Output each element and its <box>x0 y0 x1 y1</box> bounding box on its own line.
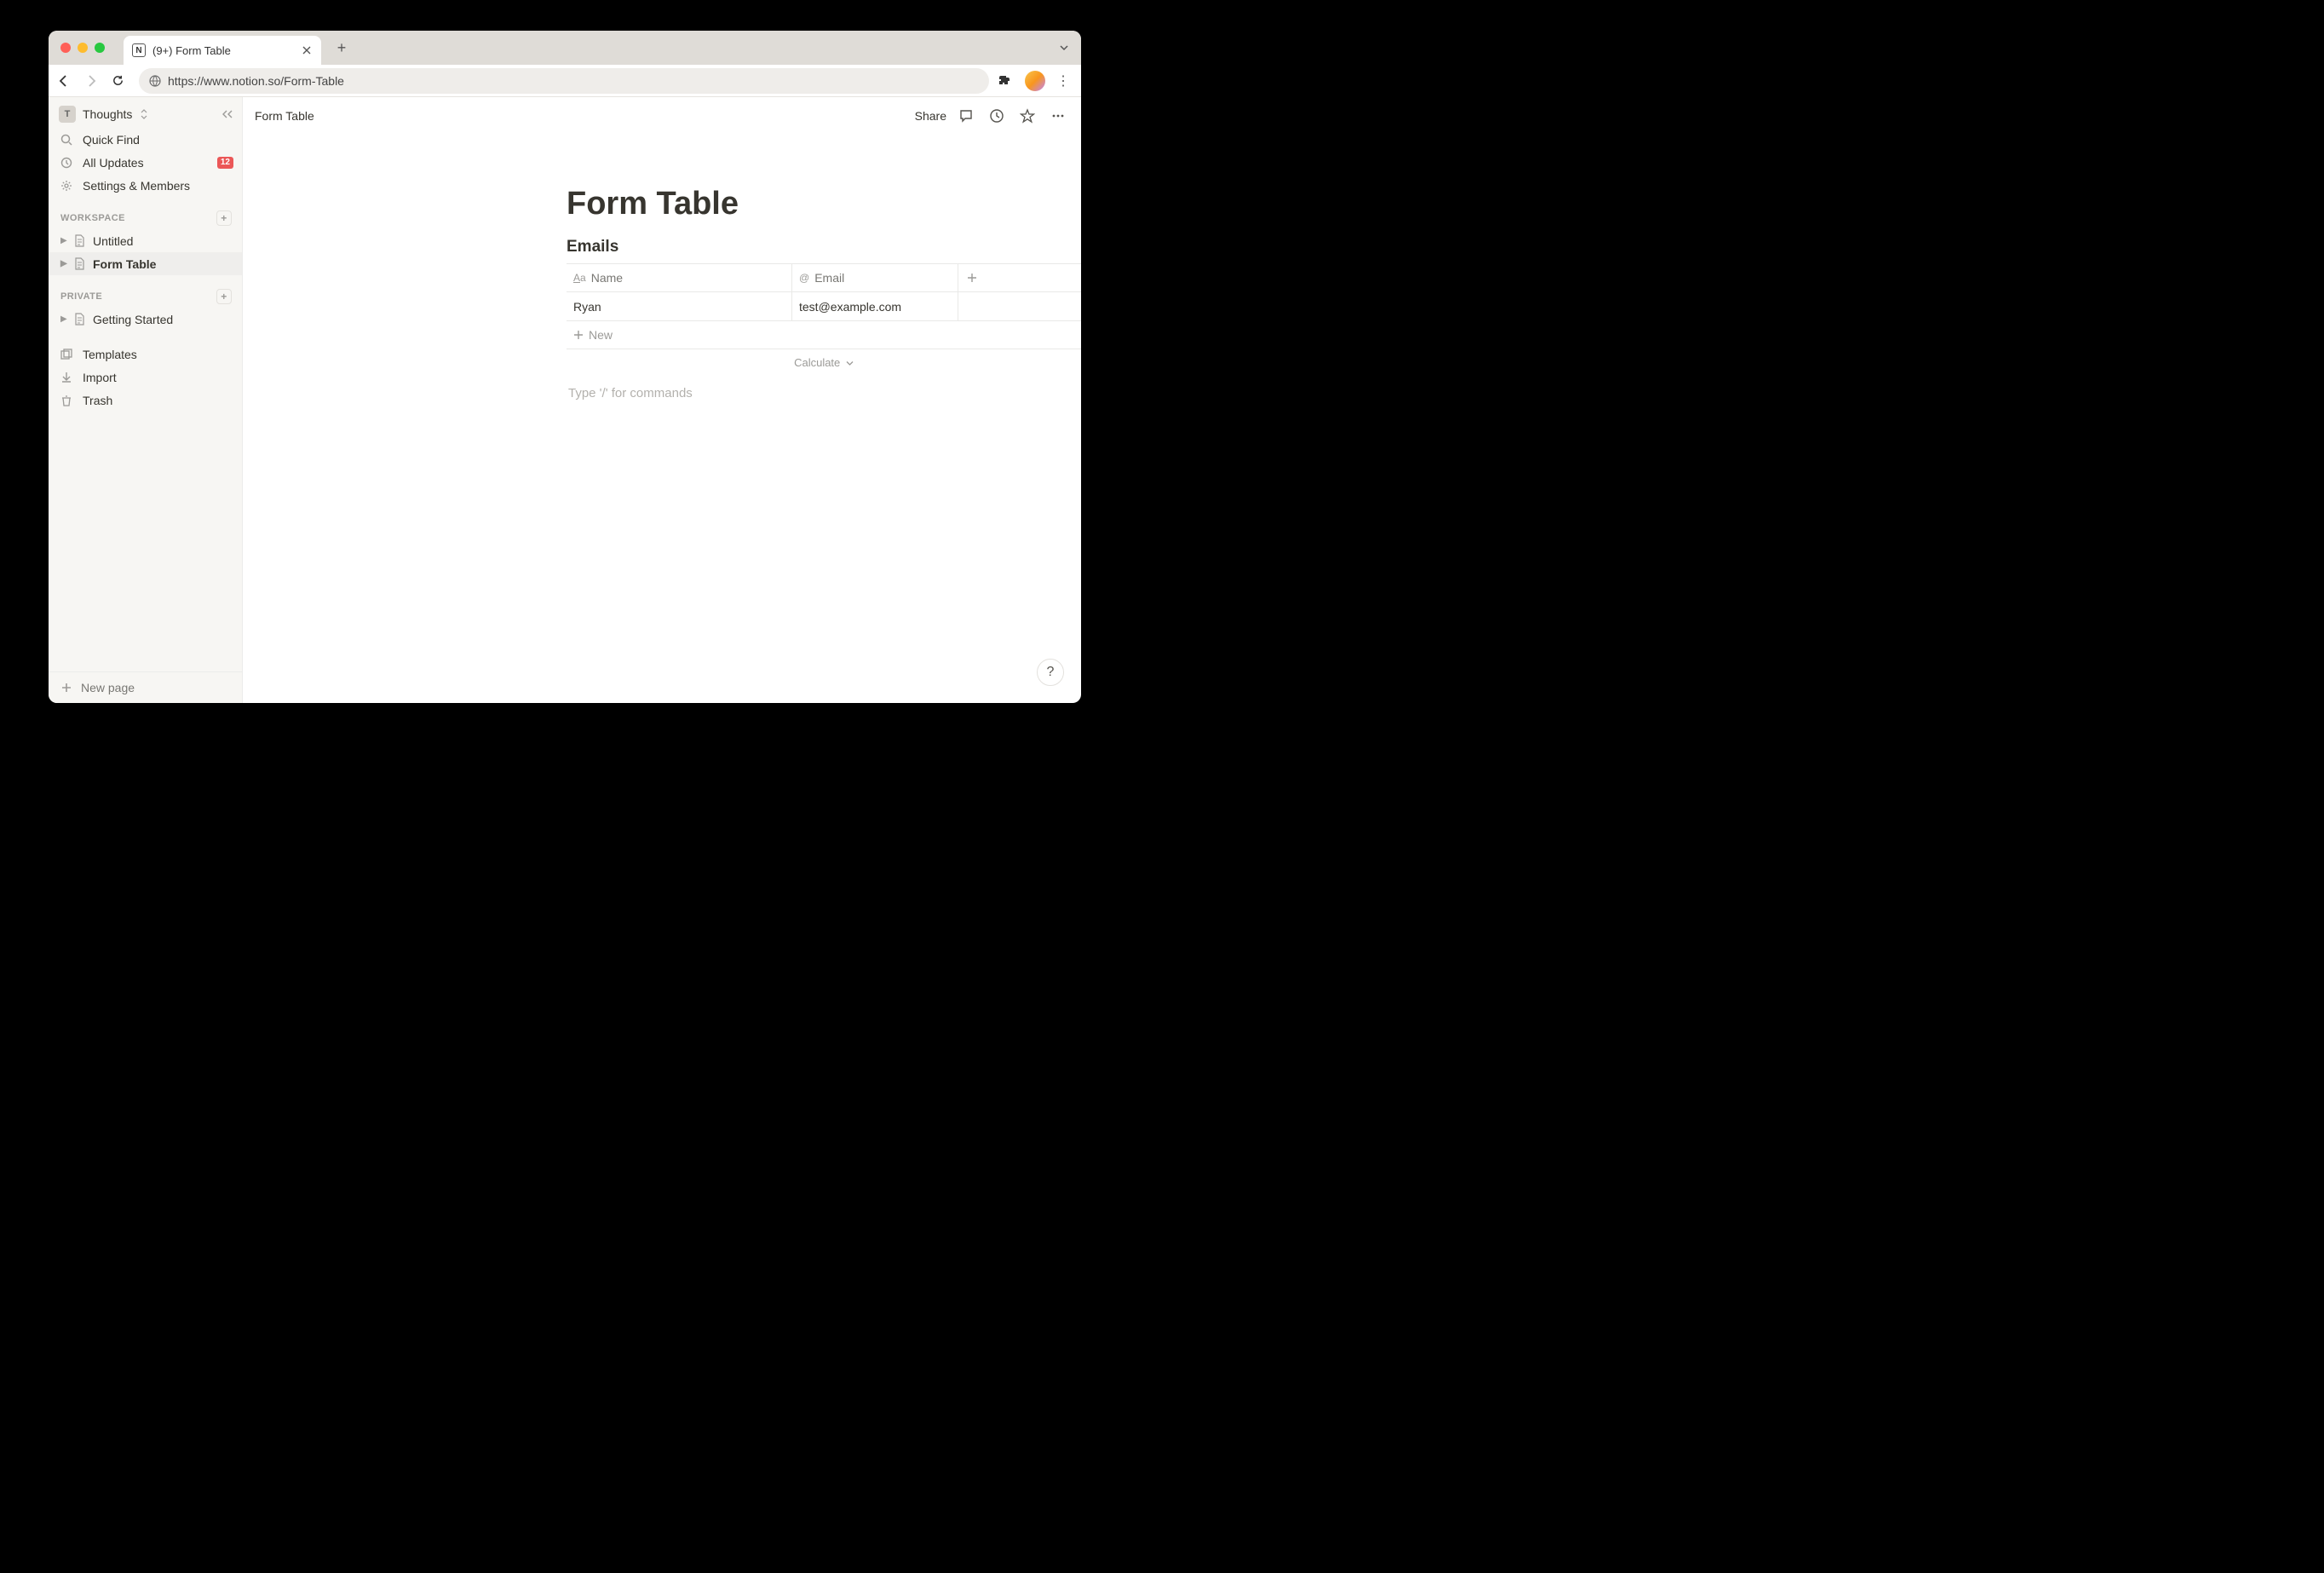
settings-members[interactable]: Settings & Members <box>49 174 242 197</box>
quick-find-label: Quick Find <box>83 133 140 147</box>
maximize-window-button[interactable] <box>95 43 105 53</box>
all-updates-label: All Updates <box>83 156 144 170</box>
new-tab-button[interactable]: + <box>330 39 354 57</box>
profile-avatar[interactable] <box>1025 71 1045 91</box>
add-column-button[interactable] <box>958 264 1081 292</box>
unfold-icon <box>141 109 147 119</box>
notion-favicon-icon: N <box>132 43 146 57</box>
calculate-button[interactable]: Calculate <box>567 349 1081 376</box>
page-content: Form Table Emails Aa Name @ Email <box>243 135 1081 703</box>
browser-menu-button[interactable]: ⋮ <box>1054 72 1073 89</box>
database-table: Aa Name @ Email Ryan <box>567 263 1081 376</box>
globe-icon <box>149 75 161 87</box>
close-window-button[interactable] <box>60 43 71 53</box>
forward-button[interactable] <box>84 74 103 88</box>
share-button[interactable]: Share <box>915 109 946 123</box>
browser-tab[interactable]: N (9+) Form Table <box>124 36 321 65</box>
table-row[interactable]: Ryan test@example.com <box>567 292 1081 321</box>
page-label: Untitled <box>93 234 133 248</box>
history-icon[interactable] <box>989 108 1008 124</box>
sidebar-page-form-table[interactable]: ▶ Form Table <box>49 252 242 275</box>
browser-window: N (9+) Form Table + https://www.notion.s… <box>49 31 1081 703</box>
empty-block-prompt[interactable]: Type '/' for commands <box>567 376 1081 411</box>
help-button[interactable]: ? <box>1037 659 1064 686</box>
cell-email[interactable]: test@example.com <box>792 292 958 320</box>
database-title[interactable]: Emails <box>567 238 1081 256</box>
collapse-sidebar-button[interactable] <box>221 109 233 119</box>
page-title[interactable]: Form Table <box>567 186 1081 222</box>
private-section-header: PRIVATE + <box>49 275 242 308</box>
tabs-overflow-button[interactable] <box>1059 43 1069 53</box>
add-row-button[interactable]: New <box>567 321 1081 349</box>
sidebar: T Thoughts Quick Find All Updat <box>49 97 243 703</box>
browser-toolbar: https://www.notion.so/Form-Table ⋮ <box>49 65 1081 97</box>
templates-label: Templates <box>83 348 137 361</box>
workspace-name: Thoughts <box>83 107 132 121</box>
import-label: Import <box>83 371 117 384</box>
all-updates[interactable]: All Updates 12 <box>49 151 242 174</box>
cell-name[interactable]: Ryan <box>567 292 792 320</box>
clock-icon <box>60 157 74 169</box>
search-icon <box>60 134 74 146</box>
favorite-icon[interactable] <box>1020 108 1038 124</box>
chevron-right-icon[interactable]: ▶ <box>60 259 69 268</box>
trash-icon <box>60 395 74 406</box>
url-text: https://www.notion.so/Form-Table <box>168 74 344 88</box>
plus-icon <box>60 682 72 694</box>
more-icon[interactable] <box>1050 108 1069 124</box>
back-button[interactable] <box>57 74 76 88</box>
cell-empty[interactable] <box>958 292 1081 320</box>
chevron-right-icon[interactable]: ▶ <box>60 236 69 245</box>
add-private-page-button[interactable]: + <box>216 289 232 304</box>
address-bar[interactable]: https://www.notion.so/Form-Table <box>139 68 989 94</box>
download-icon <box>60 372 74 383</box>
chevron-right-icon[interactable]: ▶ <box>60 314 69 324</box>
breadcrumb[interactable]: Form Table <box>255 109 314 123</box>
import[interactable]: Import <box>49 366 242 389</box>
trash[interactable]: Trash <box>49 389 242 412</box>
column-header-email[interactable]: @ Email <box>792 264 958 292</box>
column-header-name[interactable]: Aa Name <box>567 264 792 292</box>
workspace-section-header: WORKSPACE + <box>49 197 242 229</box>
page-label: Form Table <box>93 257 156 271</box>
window-controls <box>60 43 105 53</box>
gear-icon <box>60 180 74 192</box>
doc-icon <box>74 234 88 247</box>
settings-label: Settings & Members <box>83 179 190 193</box>
quick-find[interactable]: Quick Find <box>49 128 242 151</box>
templates[interactable]: Templates <box>49 343 242 366</box>
sidebar-page-getting-started[interactable]: ▶ Getting Started <box>49 308 242 331</box>
page-label: Getting Started <box>93 313 173 326</box>
add-workspace-page-button[interactable]: + <box>216 210 232 226</box>
tab-strip: N (9+) Form Table + <box>49 31 1081 65</box>
doc-icon <box>74 313 88 326</box>
workspace-switcher[interactable]: T Thoughts <box>49 97 242 128</box>
updates-badge: 12 <box>217 157 233 169</box>
close-tab-button[interactable] <box>301 44 313 56</box>
tab-title: (9+) Form Table <box>152 44 294 57</box>
email-property-icon: @ <box>799 272 809 284</box>
text-property-icon: Aa <box>573 272 586 284</box>
sidebar-page-untitled[interactable]: ▶ Untitled <box>49 229 242 252</box>
comments-icon[interactable] <box>958 108 977 124</box>
table-header: Aa Name @ Email <box>567 264 1081 292</box>
app-body: T Thoughts Quick Find All Updat <box>49 97 1081 703</box>
trash-label: Trash <box>83 394 112 407</box>
extensions-button[interactable] <box>998 74 1016 88</box>
minimize-window-button[interactable] <box>78 43 88 53</box>
page-topbar: Form Table Share <box>243 97 1081 135</box>
doc-icon <box>74 257 88 270</box>
new-page-label: New page <box>81 681 135 694</box>
main-area: Form Table Share Form Table <box>243 97 1081 703</box>
workspace-badge: T <box>59 106 76 123</box>
reload-button[interactable] <box>112 74 130 87</box>
new-page-button[interactable]: New page <box>49 671 242 703</box>
templates-icon <box>60 349 74 360</box>
